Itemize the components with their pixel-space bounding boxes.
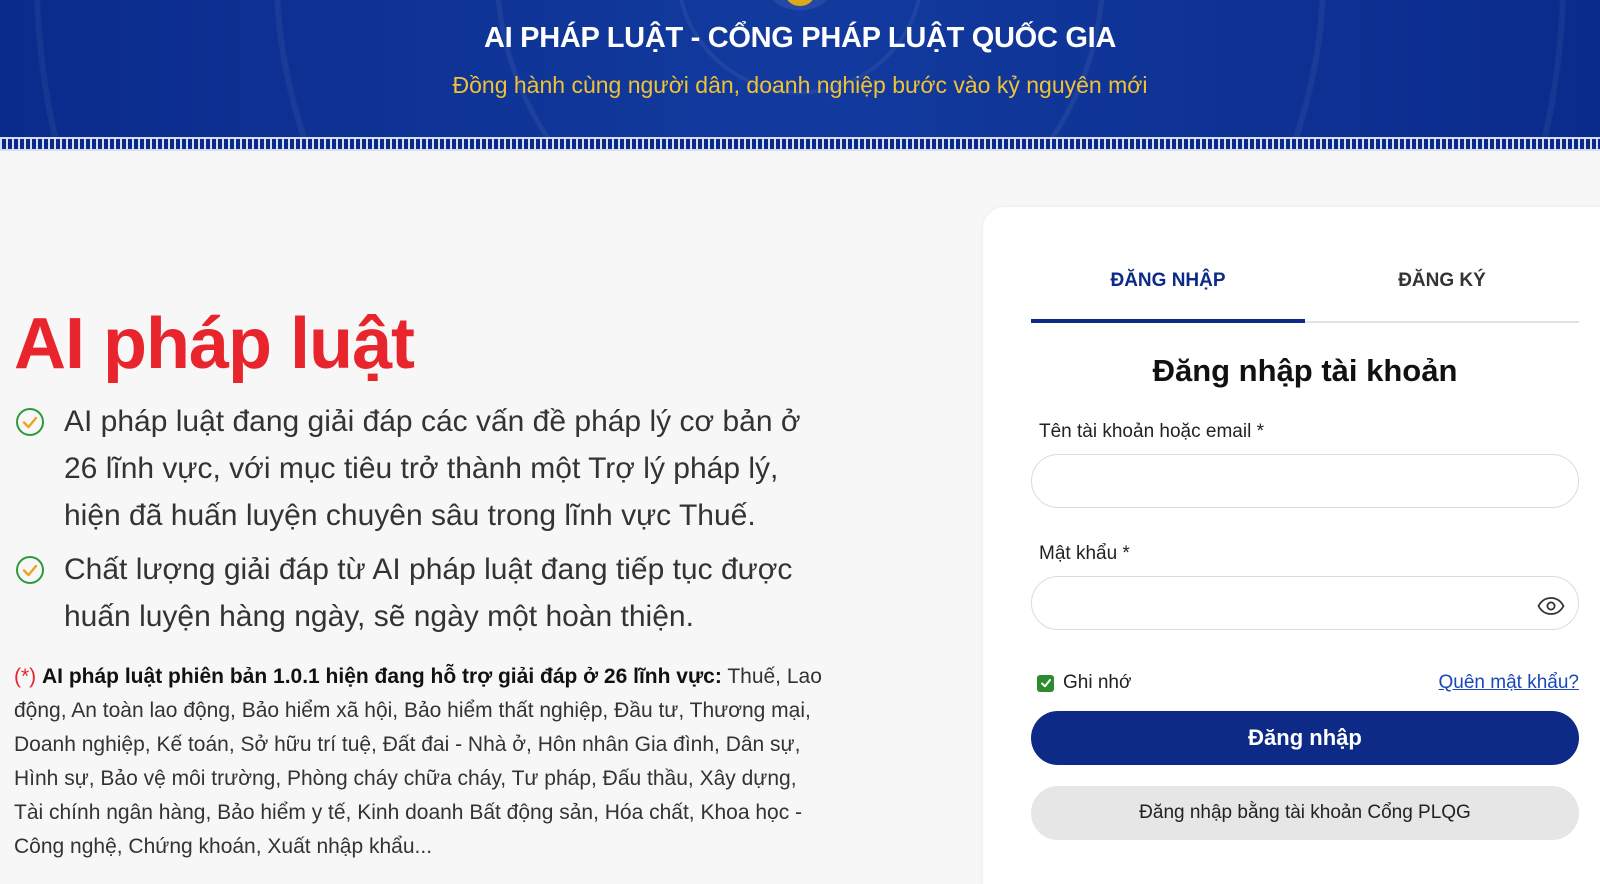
hero-title: AI pháp luật bbox=[14, 304, 415, 384]
auth-tabs: ĐĂNG NHẬP ĐĂNG KÝ bbox=[1031, 255, 1579, 323]
password-input[interactable] bbox=[1031, 576, 1579, 630]
tab-login[interactable]: ĐĂNG NHẬP bbox=[1031, 255, 1305, 323]
note-text: Thuế, Lao động, An toàn lao động, Bảo hi… bbox=[14, 665, 822, 858]
national-emblem-icon bbox=[785, 0, 815, 6]
feature-text: AI pháp luật đang giải đáp các vấn đề ph… bbox=[64, 405, 801, 532]
header-banner: AI PHÁP LUẬT - CỔNG PHÁP LUẬT QUỐC GIA Đ… bbox=[0, 0, 1600, 151]
portal-login-button[interactable]: Đăng nhập bằng tài khoản Cổng PLQG bbox=[1031, 786, 1579, 840]
login-card: ĐĂNG NHẬP ĐĂNG KÝ Đăng nhập tài khoản Tê… bbox=[983, 207, 1600, 884]
note-marker: (*) bbox=[14, 665, 37, 688]
checkmark-icon bbox=[1040, 679, 1051, 688]
username-label: Tên tài khoản hoặc email * bbox=[1039, 421, 1264, 442]
check-circle-icon bbox=[16, 408, 44, 436]
forgot-password-link[interactable]: Quên mật khẩu? bbox=[1439, 672, 1579, 694]
check-circle-icon bbox=[16, 556, 44, 584]
feature-bullet: Chất lượng giải đáp từ AI pháp luật đang… bbox=[14, 546, 814, 640]
remember-checkbox[interactable] bbox=[1037, 674, 1054, 692]
site-subtitle: Đồng hành cùng người dân, doanh nghiệp b… bbox=[452, 72, 1148, 98]
site-title: AI PHÁP LUẬT - CỔNG PHÁP LUẬT QUỐC GIA bbox=[484, 22, 1116, 54]
form-title: Đăng nhập tài khoản bbox=[1152, 353, 1458, 388]
login-button[interactable]: Đăng nhập bbox=[1031, 711, 1579, 765]
password-label: Mật khẩu * bbox=[1039, 543, 1130, 564]
supported-fields-note: (*) AI pháp luật phiên bản 1.0.1 hiện đa… bbox=[14, 660, 824, 864]
username-input[interactable] bbox=[1031, 454, 1579, 508]
decorative-border bbox=[0, 137, 1600, 151]
remember-label: Ghi nhớ bbox=[1063, 672, 1132, 693]
feature-text: Chất lượng giải đáp từ AI pháp luật đang… bbox=[64, 553, 793, 633]
note-heading: AI pháp luật phiên bản 1.0.1 hiện đang h… bbox=[42, 665, 722, 688]
remember-me: Ghi nhớ bbox=[1037, 672, 1131, 694]
tab-register[interactable]: ĐĂNG KÝ bbox=[1305, 255, 1579, 323]
feature-bullet: AI pháp luật đang giải đáp các vấn đề ph… bbox=[14, 398, 814, 539]
eye-icon[interactable] bbox=[1537, 597, 1565, 615]
